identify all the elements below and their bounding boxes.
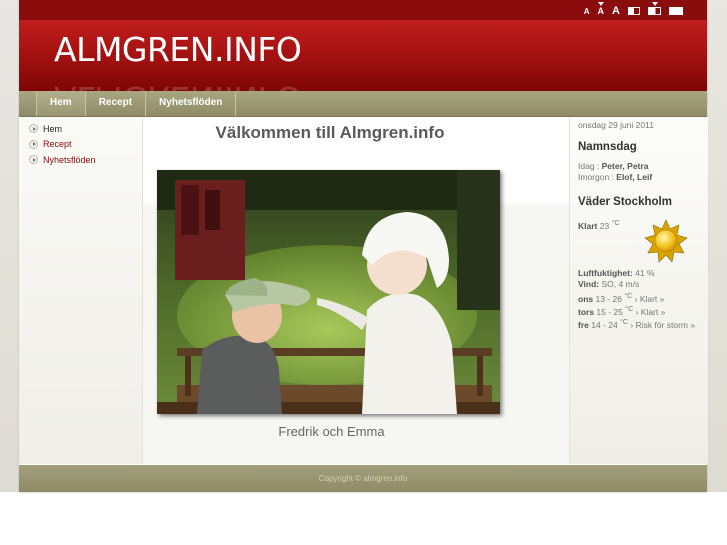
sidebar-item-recept[interactable]: Recept (29, 137, 142, 153)
text-size-medium-button[interactable]: A (598, 2, 604, 16)
right-sidebar: onsdag 29 juni 2011 Namnsdag Idag : Pete… (569, 117, 708, 464)
forecast-day: fre (578, 319, 589, 330)
arrow-right-icon (29, 124, 38, 134)
forecast-unit: °C (625, 305, 634, 313)
copyright-text: Copyright © almgren.info (318, 474, 408, 483)
forecast-day: ons (578, 293, 594, 304)
forecast-temp: 14 - 24 (588, 319, 621, 330)
namnsdag-heading: Namnsdag (578, 141, 637, 153)
weather-heading: Väder Stockholm (578, 196, 672, 208)
page-container: A A A ALMGREN.INFO ALMGREN.INFO Hem Rece… (19, 0, 708, 492)
sidebar-item-hem[interactable]: Hem (29, 121, 142, 137)
namnsdag-today-names: Peter, Petra (601, 161, 649, 171)
namnsdag-today-label: Idag : (578, 161, 602, 171)
namnsdag-tomorrow: Imorgon : Elof, Leif (578, 172, 652, 182)
top-bar: A A A (19, 0, 707, 20)
namnsdag-tomorrow-label: Imorgon : (578, 172, 617, 182)
wind-value: SO, 4 m/s (599, 279, 640, 289)
namnsdag-today: Idag : Peter, Petra (578, 161, 648, 171)
humidity-label: Luftfuktighet: (578, 268, 633, 278)
site-logo[interactable]: ALMGREN.INFO (54, 30, 302, 69)
nav-item-nyhetsfloden[interactable]: Nyhetsflöden (145, 91, 237, 116)
photo-caption: Fredrik och Emma (278, 424, 385, 439)
main-nav: Hem Recept Nyhetsflöden (19, 91, 707, 117)
forecast-temp: 13 - 26 (593, 293, 625, 304)
humidity-value: 41 % (632, 268, 655, 278)
forecast-desc: › Klart » (632, 293, 665, 304)
sidebar-item-label: Nyhetsflöden (43, 154, 96, 165)
footer: Copyright © almgren.info (19, 465, 707, 492)
weather-condition: Klart (578, 220, 598, 231)
header-banner: ALMGREN.INFO ALMGREN.INFO (19, 20, 707, 91)
page-title: Välkommen till Almgren.info (215, 123, 445, 142)
namnsdag-tomorrow-names: Elof, Leif (616, 172, 653, 182)
layout-wide-icon[interactable] (669, 7, 683, 15)
text-size-controls: A A A (584, 2, 683, 20)
forecast-desc: › Klart » (633, 306, 666, 317)
weather-unit: °C (611, 219, 620, 227)
weather-current: Klart 23 °C (578, 219, 620, 231)
main-content: Välkommen till Almgren.info Fredrik och … (143, 117, 569, 464)
sidebar-menu: Hem Recept Nyhetsflöden (19, 117, 142, 168)
text-size-large-button[interactable]: A (612, 5, 620, 17)
forecast-row[interactable]: fre 14 - 24 °C › Risk för storm » (578, 317, 702, 331)
arrow-right-icon (29, 155, 38, 165)
text-size-small-button[interactable]: A (584, 7, 590, 16)
sidebar-item-label: Hem (43, 123, 63, 134)
weather-humidity: Luftfuktighet: 41 % (578, 268, 655, 278)
layout-narrow-icon[interactable] (628, 7, 640, 15)
layout-medium-icon[interactable] (648, 2, 661, 15)
left-sidebar: Hem Recept Nyhetsflöden (19, 117, 143, 464)
forecast-unit: °C (620, 318, 629, 326)
weather-temp: 23 (597, 220, 612, 231)
site-logo-reflection: ALMGREN.INFO (54, 79, 301, 91)
nav-item-recept[interactable]: Recept (84, 91, 145, 116)
forecast-row[interactable]: ons 13 - 26 °C › Klart » (578, 291, 702, 305)
wind-label: Vind: (578, 279, 600, 289)
sun-icon (644, 219, 688, 263)
sidebar-item-nyhetsfloden[interactable]: Nyhetsflöden (29, 152, 142, 168)
sidebar-item-label: Recept (43, 139, 72, 150)
forecast-day: tors (578, 306, 595, 317)
forecast-desc: › Risk för storm » (628, 319, 696, 330)
arrow-right-icon (29, 139, 38, 149)
nav-item-hem[interactable]: Hem (36, 91, 85, 116)
forecast-temp: 15 - 25 (594, 306, 626, 317)
current-date: onsdag 29 juni 2011 (578, 120, 654, 130)
forecast-row[interactable]: tors 15 - 25 °C › Klart » (578, 304, 702, 318)
weather-wind: Vind: SO, 4 m/s (578, 279, 639, 289)
family-photo (157, 170, 500, 414)
